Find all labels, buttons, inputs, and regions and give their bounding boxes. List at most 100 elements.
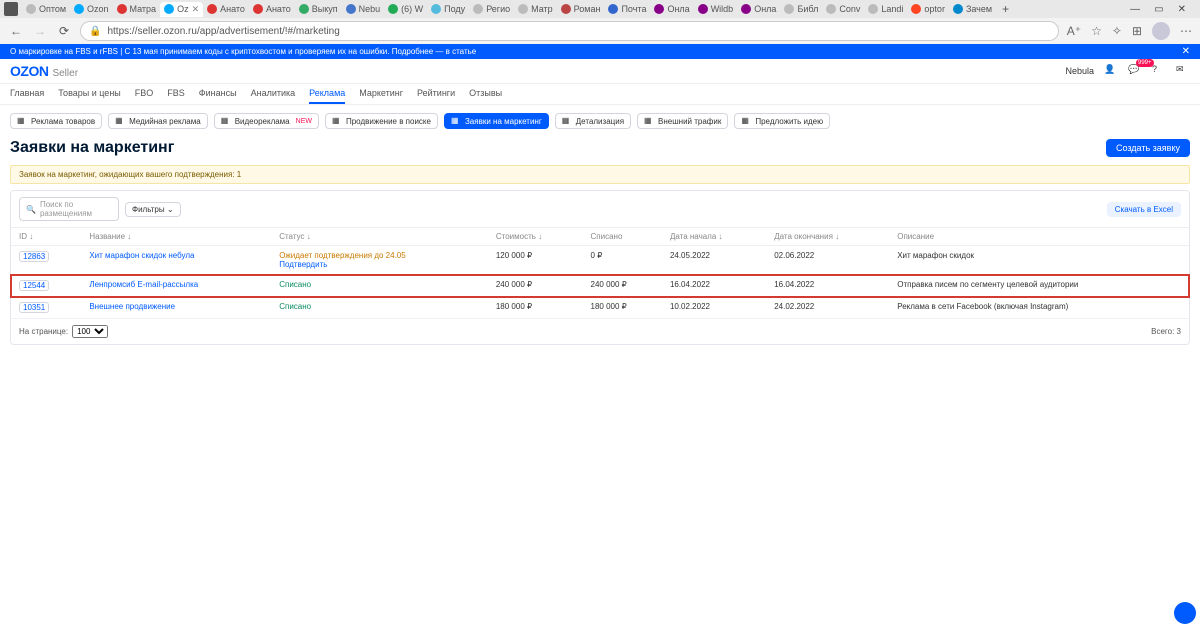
mail-icon[interactable]: ✉ — [1176, 64, 1190, 78]
chat-icon[interactable]: 💬 — [1128, 64, 1142, 78]
browser-tab[interactable]: Библ — [780, 2, 822, 17]
tab-favicon — [74, 4, 84, 14]
user-icon[interactable]: 👤 — [1104, 64, 1118, 78]
row-written: 240 000 ₽ — [583, 275, 662, 297]
browser-tab[interactable]: Landi — [864, 2, 907, 17]
tab-close[interactable]: ✕ — [192, 4, 200, 15]
browser-tab[interactable]: Поду — [427, 2, 469, 17]
pill-icon: ▦ — [741, 116, 751, 126]
nav-FBS[interactable]: FBS — [167, 88, 185, 104]
sub-tabs: ▦Реклама товаров ▦Медийная реклама ▦Видеор… — [0, 105, 1200, 137]
table-row[interactable]: 12863Хит марафон скидок небулаОжидает по… — [11, 246, 1189, 275]
column-header[interactable]: ID ↓ — [11, 228, 81, 246]
subtab-Детализация[interactable]: ▦Детализация — [555, 113, 631, 129]
browser-tab[interactable]: Oz✕ — [160, 2, 203, 17]
create-request-button[interactable]: Создать заявку — [1106, 139, 1190, 157]
back-button[interactable]: ← — [8, 24, 24, 38]
browser-tab[interactable]: Ozon — [70, 2, 113, 17]
banner-close[interactable]: ✕ — [1182, 46, 1190, 57]
tab-favicon — [561, 4, 571, 14]
row-id[interactable]: 10351 — [19, 302, 49, 313]
read-aloud-icon[interactable]: А⁺ — [1067, 24, 1081, 38]
table-container: 🔍 Поиск по размещениям Фильтры ⌄ Скачать… — [10, 190, 1190, 345]
subtab-Реклама товаров[interactable]: ▦Реклама товаров — [10, 113, 102, 129]
row-name[interactable]: Внешнее продвижение — [89, 302, 175, 311]
column-header[interactable]: Списано — [583, 228, 662, 246]
help-icon[interactable]: ? — [1152, 64, 1166, 78]
subtab-Предложить идею[interactable]: ▦Предложить идею — [734, 113, 830, 129]
nav-Аналитика[interactable]: Аналитика — [251, 88, 296, 104]
browser-tab[interactable]: Wildb — [694, 2, 738, 17]
table-row[interactable]: 10351Внешнее продвижениеСписано180 000 ₽… — [11, 297, 1189, 319]
column-header[interactable]: Стоимость ↓ — [488, 228, 583, 246]
browser-tab[interactable]: Анато — [203, 2, 249, 17]
table-row[interactable]: 12544Ленпромсиб E-mail-рассылкаСписано24… — [11, 275, 1189, 297]
nav-Реклама[interactable]: Реклама — [309, 88, 345, 104]
nav-Главная[interactable]: Главная — [10, 88, 44, 104]
help-fab[interactable] — [1174, 602, 1196, 624]
app-icon — [4, 2, 18, 16]
more-icon[interactable]: ⋯ — [1180, 24, 1192, 38]
row-id[interactable]: 12863 — [19, 251, 49, 262]
browser-tab[interactable]: Онла — [737, 2, 780, 17]
browser-tab[interactable]: Почта — [604, 2, 650, 17]
new-tab-button[interactable]: + — [996, 2, 1015, 16]
profile-avatar[interactable] — [1152, 22, 1170, 40]
row-name[interactable]: Ленпромсиб E-mail-рассылка — [89, 280, 198, 289]
column-header[interactable]: Название ↓ — [81, 228, 271, 246]
nav-Маркетинг[interactable]: Маркетинг — [359, 88, 403, 104]
column-header[interactable]: Дата окончания ↓ — [766, 228, 889, 246]
browser-tab[interactable]: (6) W — [384, 2, 427, 17]
window-maximize[interactable]: ▭ — [1154, 4, 1163, 15]
subtab-Видеореклама[interactable]: ▦ВидеорекламаNEW — [214, 113, 319, 129]
collections-icon[interactable]: ✧ — [1112, 24, 1122, 38]
nav-Товары и цены[interactable]: Товары и цены — [58, 88, 121, 104]
browser-tab[interactable]: Роман — [557, 2, 605, 17]
column-header[interactable]: Статус ↓ — [271, 228, 488, 246]
search-input[interactable]: 🔍 Поиск по размещениям — [19, 197, 119, 221]
info-banner: О маркировке на FBS и rFBS | С 13 мая пр… — [0, 44, 1200, 59]
window-close[interactable]: ✕ — [1178, 4, 1186, 15]
logo[interactable]: OZON Seller — [10, 63, 78, 79]
company-name[interactable]: Nebula — [1065, 66, 1094, 76]
browser-tab[interactable]: Регио — [469, 2, 514, 17]
per-page-select[interactable]: 100 — [72, 325, 108, 338]
row-id[interactable]: 12544 — [19, 280, 49, 291]
filters-button[interactable]: Фильтры ⌄ — [125, 202, 181, 217]
nav-Отзывы[interactable]: Отзывы — [469, 88, 502, 104]
extensions-icon[interactable]: ⊞ — [1132, 24, 1142, 38]
column-header[interactable]: Дата начала ↓ — [662, 228, 766, 246]
browser-tab[interactable]: optor — [907, 2, 949, 17]
favorite-icon[interactable]: ☆ — [1091, 24, 1102, 38]
export-excel-button[interactable]: Скачать в Excel — [1107, 202, 1181, 217]
browser-tab[interactable]: Зачем — [949, 2, 996, 17]
browser-tab[interactable]: Nebu — [342, 2, 385, 17]
browser-tab[interactable]: Выкуп — [295, 2, 342, 17]
browser-tab[interactable]: Анато — [249, 2, 295, 17]
subtab-Продвижение в поиске[interactable]: ▦Продвижение в поиске — [325, 113, 438, 129]
nav-Рейтинги[interactable]: Рейтинги — [417, 88, 455, 104]
subtab-Медийная реклама[interactable]: ▦Медийная реклама — [108, 113, 208, 129]
browser-tab[interactable]: Conv — [822, 2, 864, 17]
nav-Финансы[interactable]: Финансы — [199, 88, 237, 104]
tab-favicon — [953, 4, 963, 14]
subtab-Заявки на маркетинг[interactable]: ▦Заявки на маркетинг — [444, 113, 549, 129]
total-count: Всего: 3 — [1151, 327, 1181, 336]
confirm-link[interactable]: Подтвердить — [279, 260, 327, 269]
pill-icon: ▦ — [644, 116, 654, 126]
window-minimize[interactable]: — — [1130, 4, 1140, 15]
browser-tab[interactable]: Онла — [650, 2, 693, 17]
browser-tab[interactable]: Матра — [113, 2, 161, 17]
row-name[interactable]: Хит марафон скидок небула — [89, 251, 194, 260]
subtab-Внешний трафик[interactable]: ▦Внешний трафик — [637, 113, 728, 129]
browser-tab[interactable]: Матр — [514, 2, 557, 17]
column-header[interactable]: Описание — [889, 228, 1189, 246]
reload-button[interactable]: ⟳ — [56, 24, 72, 38]
row-cost: 240 000 ₽ — [488, 275, 583, 297]
forward-button[interactable]: → — [32, 24, 48, 38]
page-title: Заявки на маркетинг — [10, 139, 174, 157]
nav-FBO[interactable]: FBO — [135, 88, 154, 104]
address-bar[interactable]: 🔒 https://seller.ozon.ru/app/advertiseme… — [80, 21, 1059, 41]
browser-tab[interactable]: Оптом — [22, 2, 70, 17]
requests-table: ID ↓Название ↓Статус ↓Стоимость ↓Списано… — [11, 227, 1189, 319]
